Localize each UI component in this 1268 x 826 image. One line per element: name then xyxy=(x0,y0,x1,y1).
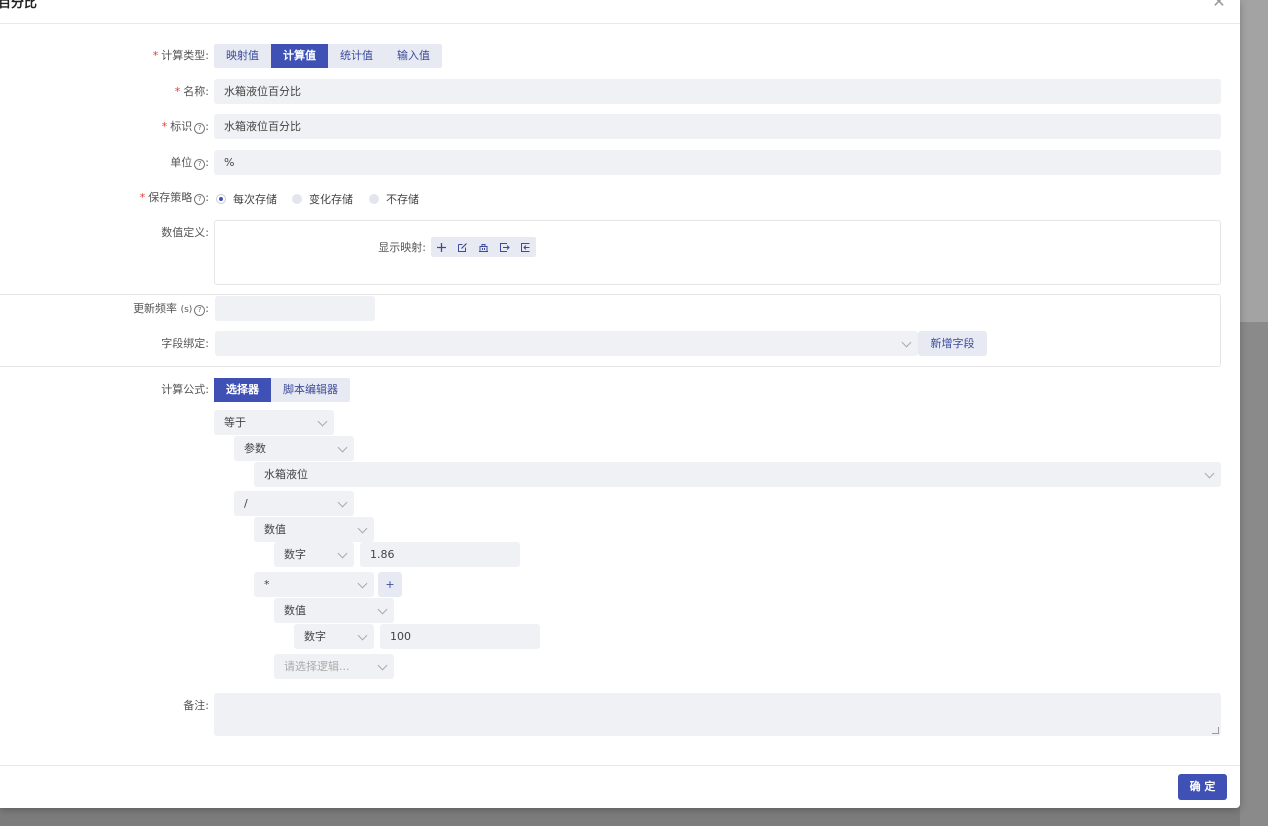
chevron-down-icon xyxy=(377,660,388,671)
divide-operator-select[interactable]: / xyxy=(234,491,354,516)
formula-mode-segmented: 选择器 脚本编辑器 xyxy=(214,378,350,402)
value1-input[interactable]: 1.86 xyxy=(360,542,520,567)
chevron-down-icon xyxy=(337,442,348,453)
multiply-operator-select[interactable]: * xyxy=(254,572,374,597)
value1-type-select[interactable]: 数值 xyxy=(254,517,374,542)
resize-handle-icon[interactable] xyxy=(1212,727,1219,734)
footer-divider xyxy=(0,765,1240,766)
value-def-label: 数值定义: xyxy=(161,226,209,239)
calc-type-option-statistic[interactable]: 统计值 xyxy=(328,44,385,68)
chevron-down-icon xyxy=(337,497,348,508)
formula-label: 计算公式: xyxy=(161,383,209,396)
radio-checked-icon xyxy=(216,194,226,204)
radio-unchecked-icon xyxy=(292,194,302,204)
identifier-input[interactable]: 水箱液位百分比 xyxy=(214,114,1221,139)
help-icon[interactable]: ? xyxy=(194,159,206,170)
name-label: * 名称: xyxy=(174,85,209,98)
formula-mode-selector[interactable]: 选择器 xyxy=(214,378,271,402)
save-policy-label: * 保存策略?: xyxy=(139,191,209,205)
close-icon[interactable]: ✕ xyxy=(1211,0,1227,10)
dialog-title: 百分比 xyxy=(0,0,38,11)
backdrop-overlay xyxy=(1240,0,1268,826)
help-icon[interactable]: ? xyxy=(194,305,206,316)
display-map-label: 显示映射: xyxy=(378,241,426,254)
field-bind-select[interactable] xyxy=(215,331,918,356)
edit-property-dialog: 百分比 ✕ * 计算类型: 映射值 计算值 统计值 输入值 * 名称: 水箱液位百分… xyxy=(0,0,1240,808)
value-def-box xyxy=(214,220,1221,285)
param-value-select[interactable]: 水箱液位 xyxy=(254,462,1221,487)
formula-mode-script[interactable]: 脚本编辑器 xyxy=(271,378,350,402)
value2-kind-select[interactable]: 数字 xyxy=(294,624,374,649)
chevron-down-icon xyxy=(357,578,368,589)
unit-input[interactable]: % xyxy=(214,150,1221,175)
add-field-button[interactable]: 新增字段 xyxy=(918,331,987,356)
remark-label: 备注: xyxy=(183,699,209,712)
export-icon[interactable] xyxy=(515,237,536,257)
calc-type-option-computed[interactable]: 计算值 xyxy=(271,44,328,68)
chevron-down-icon xyxy=(377,604,388,615)
save-policy-option-change[interactable]: 变化存储 xyxy=(292,191,353,207)
chevron-down-icon xyxy=(317,416,328,427)
chevron-down-icon xyxy=(337,548,348,559)
root-operator-select[interactable]: 等于 xyxy=(214,410,334,435)
add-operand-button[interactable]: + xyxy=(378,572,402,597)
value2-type-select[interactable]: 数值 xyxy=(274,598,394,623)
display-map-toolbar xyxy=(431,237,536,257)
save-policy-option-none[interactable]: 不存储 xyxy=(369,191,419,207)
update-freq-input[interactable] xyxy=(215,296,375,321)
plus-icon[interactable] xyxy=(431,237,452,257)
chevron-down-icon xyxy=(357,523,368,534)
logic-select[interactable]: 请选择逻辑... xyxy=(274,654,394,679)
calc-type-option-input[interactable]: 输入值 xyxy=(385,44,442,68)
help-icon[interactable]: ? xyxy=(194,194,206,205)
backdrop-light-area xyxy=(1240,0,1268,322)
import-icon[interactable] xyxy=(494,237,515,257)
identifier-label: * 标识?: xyxy=(161,120,209,134)
calc-type-option-mapping[interactable]: 映射值 xyxy=(214,44,271,68)
dialog-header: 百分比 ✕ xyxy=(0,0,1240,24)
value2-input[interactable]: 100 xyxy=(380,624,540,649)
save-policy-option-every[interactable]: 每次存储 xyxy=(216,191,277,207)
name-input[interactable]: 水箱液位百分比 xyxy=(214,79,1221,104)
remark-textarea[interactable] xyxy=(214,693,1221,736)
chevron-down-icon xyxy=(357,630,368,641)
calc-type-segmented: 映射值 计算值 统计值 输入值 xyxy=(214,44,442,68)
param-type-select[interactable]: 参数 xyxy=(234,436,354,461)
radio-unchecked-icon xyxy=(369,194,379,204)
chevron-down-icon xyxy=(1204,468,1215,479)
field-bind-label: 字段绑定: xyxy=(161,337,209,350)
delete-icon[interactable] xyxy=(473,237,494,257)
calc-type-label: * 计算类型: xyxy=(152,49,209,62)
help-icon[interactable]: ? xyxy=(194,123,206,134)
edit-icon[interactable] xyxy=(452,237,473,257)
update-freq-label: 更新频率 (s)?: xyxy=(133,302,209,316)
value1-kind-select[interactable]: 数字 xyxy=(274,542,354,567)
confirm-button[interactable]: 确 定 xyxy=(1178,774,1227,800)
unit-label: 单位?: xyxy=(170,156,209,170)
chevron-down-icon xyxy=(901,337,912,348)
